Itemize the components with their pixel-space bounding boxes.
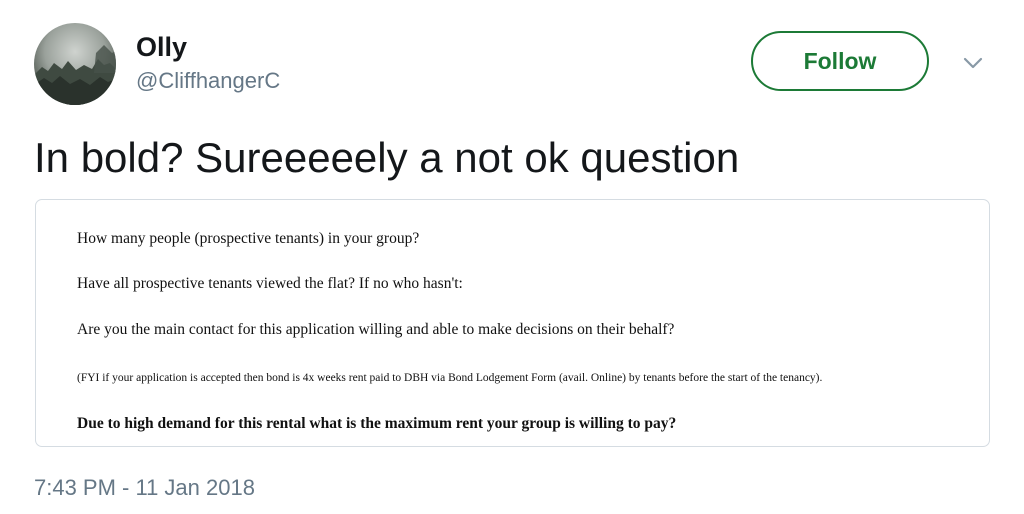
follow-button[interactable]: Follow [751, 31, 929, 91]
fyi-note: (FYI if your application is accepted the… [77, 372, 823, 384]
misty-trees-avatar-image [34, 45, 116, 105]
question-line: Have all prospective tenants viewed the … [77, 275, 463, 292]
tweet-text: In bold? Sureeeeely a not ok question [34, 134, 740, 181]
question-line: Are you the main contact for this applic… [77, 321, 675, 338]
avatar[interactable] [34, 23, 116, 105]
attached-image[interactable]: How many people (prospective tenants) in… [35, 199, 990, 447]
author-name[interactable]: Olly [136, 32, 187, 62]
tweet-timestamp[interactable]: 7:43 PM - 11 Jan 2018 [34, 474, 255, 502]
author-handle[interactable]: @CliffhangerC [136, 68, 280, 94]
bold-question-line: Due to high demand for this rental what … [77, 415, 677, 432]
chevron-down-icon[interactable] [958, 52, 988, 74]
question-line: How many people (prospective tenants) in… [77, 230, 420, 247]
